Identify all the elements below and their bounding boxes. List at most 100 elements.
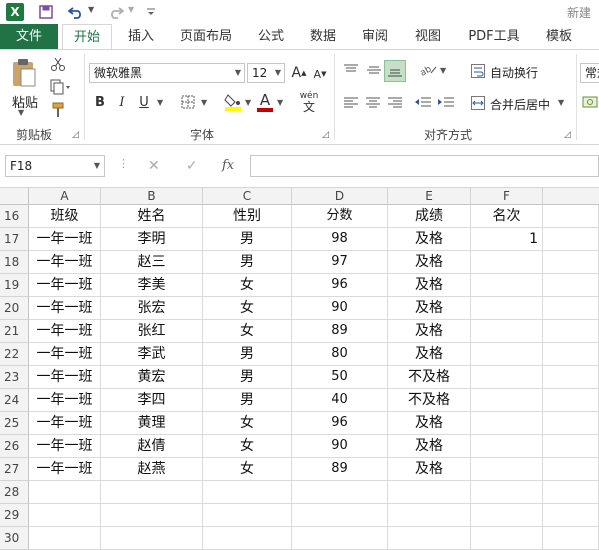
grid-cell[interactable] [543,251,599,274]
grid-cell[interactable] [388,504,471,527]
grid-cell[interactable] [471,389,543,412]
cancel-icon[interactable]: ✕ [148,158,160,174]
grid-cell[interactable]: 96 [292,412,388,435]
tab-page-layout[interactable]: 页面布局 [170,24,242,49]
grid-cell[interactable] [292,481,388,504]
grid-cell[interactable]: 一年一班 [29,458,101,481]
row-header[interactable]: 22 [0,343,29,366]
orientation-icon[interactable]: ab [417,60,439,80]
grid-cell[interactable] [292,504,388,527]
grid-cell[interactable] [543,412,599,435]
row-header[interactable]: 17 [0,228,29,251]
grid-cell[interactable] [203,481,292,504]
grid-cell[interactable]: 一年一班 [29,274,101,297]
grid-cell[interactable]: 1 [471,228,543,251]
grid-cell[interactable]: 一年一班 [29,320,101,343]
tab-formulas[interactable]: 公式 [248,24,294,49]
paste-icon[interactable] [8,56,40,90]
tab-data[interactable]: 数据 [300,24,346,49]
decrease-indent-icon[interactable] [413,92,433,112]
grid-cell[interactable]: 女 [203,412,292,435]
formula-input[interactable] [250,155,599,177]
column-header[interactable]: G [543,188,599,205]
font-size-select[interactable]: 12 ▼ [247,63,285,83]
row-header[interactable]: 20 [0,297,29,320]
accounting-format-icon[interactable] [580,92,599,112]
grid-cell[interactable]: 一年一班 [29,366,101,389]
grid-cell[interactable]: 李明 [101,228,203,251]
grid-cell[interactable]: 一年一班 [29,389,101,412]
row-header[interactable]: 30 [0,527,29,550]
grid-cell[interactable]: 一年一班 [29,251,101,274]
save-icon[interactable] [38,3,54,21]
grid-cell[interactable] [543,297,599,320]
grid-cell[interactable]: 赵倩 [101,435,203,458]
grid-cell[interactable] [471,504,543,527]
row-header[interactable]: 23 [0,366,29,389]
grid-cell[interactable]: 男 [203,343,292,366]
font-name-select[interactable]: 微软雅黑 ▼ [89,63,245,83]
fill-color-dropdown-icon[interactable]: ▼ [245,98,251,107]
paste-button[interactable]: 粘贴 [12,92,38,111]
grid-cell[interactable] [203,504,292,527]
grid-cell[interactable]: 97 [292,251,388,274]
grid-cell[interactable]: 李美 [101,274,203,297]
tab-templates[interactable]: 模板 [536,24,582,49]
grid-cell[interactable]: 黄宏 [101,366,203,389]
redo-dropdown-icon[interactable]: ▼ [128,5,134,14]
align-right-icon[interactable] [385,92,405,112]
grid-cell[interactable] [471,274,543,297]
grid-cell[interactable]: 赵三 [101,251,203,274]
grid-cell[interactable] [101,527,203,550]
insert-function-icon[interactable]: fx [222,158,234,173]
grid-cell[interactable]: 分数 [292,205,388,228]
tab-view[interactable]: 视图 [405,24,451,49]
grid-cell[interactable] [471,251,543,274]
name-box[interactable]: F18 ▼ [5,155,105,177]
row-header[interactable]: 18 [0,251,29,274]
row-header[interactable]: 26 [0,435,29,458]
column-header[interactable]: D [292,188,388,205]
phonetic-button[interactable]: wén 文 [296,90,322,114]
paste-dropdown-icon[interactable]: ▼ [18,108,24,117]
grid-cell[interactable] [388,527,471,550]
grid-cell[interactable]: 一年一班 [29,297,101,320]
grid-cell[interactable]: 及格 [388,412,471,435]
grid-cell[interactable] [543,527,599,550]
grid-cell[interactable]: 96 [292,274,388,297]
merge-dropdown-icon[interactable]: ▼ [558,98,564,107]
grid-cell[interactable]: 及格 [388,458,471,481]
grid-cell[interactable]: 名次 [471,205,543,228]
grid-cell[interactable] [101,481,203,504]
undo-dropdown-icon[interactable]: ▼ [88,5,94,14]
copy-icon[interactable] [48,77,74,97]
grid-cell[interactable] [388,481,471,504]
grid-cell[interactable] [543,366,599,389]
grid-cell[interactable] [471,343,543,366]
grid-cell[interactable]: 姓名 [101,205,203,228]
grid-cell[interactable]: 90 [292,435,388,458]
grid-cell[interactable]: 女 [203,435,292,458]
row-header[interactable]: 21 [0,320,29,343]
grid-cell[interactable] [471,297,543,320]
row-header[interactable]: 28 [0,481,29,504]
row-header[interactable]: 29 [0,504,29,527]
grid-cell[interactable]: 男 [203,389,292,412]
grid-cell[interactable]: 女 [203,274,292,297]
align-middle-icon[interactable] [364,60,384,80]
grid-cell[interactable] [543,504,599,527]
grid-cell[interactable]: 赵燕 [101,458,203,481]
font-launcher-icon[interactable]: ◿ [322,130,329,140]
align-bottom-icon[interactable] [384,60,406,82]
grid-cell[interactable]: 男 [203,228,292,251]
grid-cell[interactable] [101,504,203,527]
tab-pdf-tools[interactable]: PDF工具 [462,24,526,49]
align-top-icon[interactable] [341,60,361,80]
grow-font-button[interactable]: A ▲ [291,63,307,83]
column-header[interactable]: E [388,188,471,205]
row-header[interactable]: 25 [0,412,29,435]
grid-cell[interactable] [543,274,599,297]
grid-cell[interactable]: 及格 [388,251,471,274]
grid-cell[interactable]: 89 [292,320,388,343]
grid-cell[interactable] [471,481,543,504]
